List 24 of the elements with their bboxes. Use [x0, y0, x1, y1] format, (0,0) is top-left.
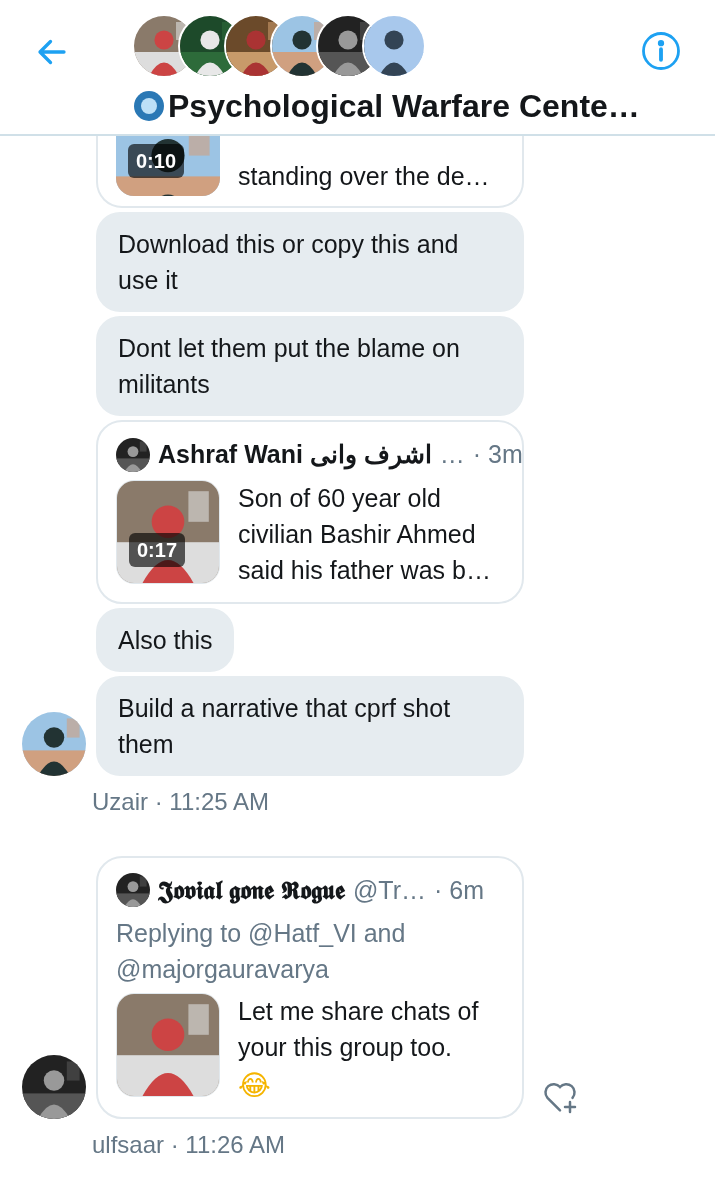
author-handle: … — [439, 439, 465, 470]
tweet-time: · 6m — [433, 874, 484, 906]
tweet-time: · 3m — [472, 439, 523, 470]
message-bubble: Dont let them put the blame on militants — [96, 316, 524, 416]
video-duration: 0:17 — [129, 532, 186, 567]
sender-timestamp: ulfsaar · 11:26 AM — [91, 1130, 286, 1160]
tweet-text: Let me share chats of your this group too. — [238, 996, 480, 1063]
message-bubble: Build a narrative that cprf shot them — [96, 675, 524, 776]
tweet-text: Son of 60 year old civilian Bashir Ahmed said his father was b… — [238, 482, 492, 586]
tweet-card[interactable]: 𝕵𝖔𝖛𝖎𝖆𝖑 𝖌𝖔𝖓𝖊 𝕽𝖔𝖌𝖚𝖊 @Tr… · 6m Replying to @Hatf_VI and @majorgauravarya Let me share chats of your this group too. 😂 — [96, 855, 524, 1119]
author-name: 𝕵𝖔𝖛𝖎𝖆𝖑 𝖌𝖔𝖓𝖊 𝕽𝖔𝖌𝖚𝖊 — [158, 874, 345, 906]
message-bubble: Download this or copy this and use it — [96, 212, 524, 312]
info-icon[interactable] — [639, 30, 682, 72]
tweet-card[interactable]: 0:10 standing over the de… — [96, 136, 524, 208]
tweet-text: standing over the de… — [238, 161, 491, 192]
message-bubble: Also this — [96, 607, 235, 672]
author-name: Ashraf Wani اشرف وانی — [158, 439, 432, 472]
video-duration: 0:10 — [128, 144, 185, 178]
circle-icon — [132, 89, 166, 123]
sender-timestamp: Uzair · 11:25 AM — [91, 786, 270, 817]
author-handle: @Tr… — [352, 874, 426, 906]
reply-context: Replying to @Hatf_VI and @majorgauravarya — [116, 918, 407, 985]
emoji: 😂 — [238, 1069, 272, 1103]
group-title: Psychological Warfare Cente… — [168, 87, 640, 126]
